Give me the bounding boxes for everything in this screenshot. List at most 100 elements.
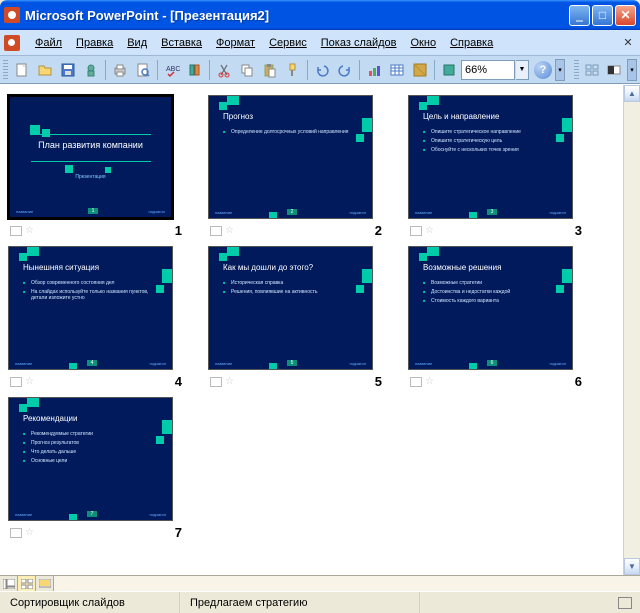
- slide-number: 3: [575, 223, 582, 238]
- viewbar-spacer: [54, 576, 640, 591]
- slide-title: Рекомендации: [23, 414, 162, 423]
- status-bar: Сортировщик слайдов Предлагаем стратегию: [0, 591, 640, 613]
- toolbar-overflow-right[interactable]: ▾: [627, 59, 637, 81]
- slide-number: 2: [375, 223, 382, 238]
- close-button[interactable]: ✕: [615, 5, 636, 26]
- transition-icon[interactable]: [10, 377, 22, 387]
- show-hide-grid-button[interactable]: [581, 59, 603, 81]
- slide-thumbnail[interactable]: Нынешняя ситуация Обзор современного сос…: [6, 244, 206, 389]
- animation-icon: ☆: [25, 527, 34, 538]
- slide-sorter-view[interactable]: План развития компании Презентация 1 наз…: [0, 84, 640, 575]
- redo-button[interactable]: [334, 59, 356, 81]
- show-formatting-button[interactable]: [438, 59, 460, 81]
- menu-view[interactable]: Вид: [120, 35, 154, 51]
- zoom-value: 66%: [465, 64, 487, 76]
- slide-thumbnail[interactable]: План развития компании Презентация 1 наз…: [6, 93, 206, 238]
- animation-icon: ☆: [425, 225, 434, 236]
- slide-title: Возможные решения: [423, 263, 562, 272]
- transition-icon[interactable]: [210, 377, 222, 387]
- menu-help[interactable]: Справка: [443, 35, 500, 51]
- insert-table-button[interactable]: [386, 59, 408, 81]
- minimize-button[interactable]: ‗: [569, 5, 590, 26]
- window-titlebar: Microsoft PowerPoint - [Презентация2] ‗ …: [0, 0, 640, 30]
- window-controls: ‗ □ ✕: [569, 5, 636, 26]
- slide-title: План развития компании: [31, 140, 151, 150]
- animation-icon: ☆: [225, 225, 234, 236]
- maximize-button[interactable]: □: [592, 5, 613, 26]
- animation-icon: ☆: [425, 376, 434, 387]
- menu-file[interactable]: Файл: [28, 35, 69, 51]
- vertical-scrollbar[interactable]: ▲ ▼: [623, 85, 640, 575]
- menu-bar: Файл Правка Вид Вставка Формат Сервис По…: [0, 30, 640, 56]
- scroll-up-button[interactable]: ▲: [624, 85, 640, 102]
- slide-body: Опишите стратегическое направлениеОпишит…: [423, 129, 562, 153]
- slide-body: Определение долгосрочных условий направл…: [223, 129, 362, 135]
- toolbar-grip[interactable]: [3, 60, 8, 80]
- toolbar-grip-right[interactable]: [574, 60, 579, 80]
- zoom-dropdown-button[interactable]: ▼: [516, 60, 529, 80]
- menu-format[interactable]: Формат: [209, 35, 262, 51]
- cut-button[interactable]: [213, 59, 235, 81]
- slide-number: 1: [175, 223, 182, 238]
- transition-icon[interactable]: [410, 377, 422, 387]
- window-title: Microsoft PowerPoint - [Презентация2]: [25, 8, 569, 23]
- slide-body: Рекомендуемые стратегииПрогноз результат…: [23, 431, 162, 464]
- standard-toolbar: ABC 66% ▼ ? ▾ ▾: [0, 56, 640, 84]
- slideshow-view-button[interactable]: [36, 576, 54, 591]
- normal-view-button[interactable]: [0, 576, 18, 591]
- transition-icon[interactable]: [410, 226, 422, 236]
- slide-title: Нынешняя ситуация: [23, 263, 162, 272]
- color-grayscale-button[interactable]: [603, 59, 625, 81]
- tables-borders-button[interactable]: [409, 59, 431, 81]
- menu-tools[interactable]: Сервис: [262, 35, 314, 51]
- slide-thumbnail[interactable]: Рекомендации Рекомендуемые стратегииПрог…: [6, 395, 206, 540]
- slide-number: 4: [175, 374, 182, 389]
- slide-body: Возможные стратегииДостоинства и недоста…: [423, 280, 562, 304]
- animation-icon: ☆: [225, 376, 234, 387]
- slide-subtitle: Презентация: [75, 174, 105, 180]
- menu-window[interactable]: Окно: [404, 35, 444, 51]
- paste-button[interactable]: [259, 59, 281, 81]
- menu-edit[interactable]: Правка: [69, 35, 120, 51]
- save-button[interactable]: [57, 59, 79, 81]
- slide-thumbnail[interactable]: Цель и направление Опишите стратегическо…: [406, 93, 606, 238]
- transition-icon[interactable]: [210, 226, 222, 236]
- slide-number: 5: [375, 374, 382, 389]
- view-buttons-bar: [0, 575, 640, 591]
- powerpoint-icon: [4, 7, 20, 23]
- animation-icon: ☆: [25, 225, 34, 236]
- help-button[interactable]: ?: [534, 61, 552, 79]
- permission-button[interactable]: [80, 59, 102, 81]
- slide-number: 6: [575, 374, 582, 389]
- new-button[interactable]: [11, 59, 33, 81]
- open-button[interactable]: [34, 59, 56, 81]
- transition-icon[interactable]: [10, 226, 22, 236]
- slide-sorter-view-button[interactable]: [18, 576, 36, 591]
- slide-body: Обзор современного состояния делНа слайд…: [23, 280, 162, 301]
- toolbar-overflow-button[interactable]: ▾: [555, 59, 565, 81]
- format-painter-button[interactable]: [282, 59, 304, 81]
- insert-chart-button[interactable]: [363, 59, 385, 81]
- slide-title: Как мы дошли до этого?: [223, 263, 362, 272]
- research-button[interactable]: [184, 59, 206, 81]
- app-menu-icon[interactable]: [4, 35, 20, 51]
- menu-insert[interactable]: Вставка: [154, 35, 209, 51]
- document-close-button[interactable]: ✕: [620, 35, 636, 51]
- scroll-down-button[interactable]: ▼: [624, 558, 640, 575]
- slide-body: Историческая справкаРешения, повлиявшие …: [223, 280, 362, 295]
- zoom-input[interactable]: 66%: [461, 60, 515, 80]
- slide-thumbnail[interactable]: Возможные решения Возможные стратегииДос…: [406, 244, 606, 389]
- undo-button[interactable]: [311, 59, 333, 81]
- slide-number: 7: [175, 525, 182, 540]
- transition-icon[interactable]: [10, 528, 22, 538]
- print-preview-button[interactable]: [132, 59, 154, 81]
- copy-button[interactable]: [236, 59, 258, 81]
- slide-title: Прогноз: [223, 112, 362, 121]
- slide-thumbnail[interactable]: Как мы дошли до этого? Историческая спра…: [206, 244, 406, 389]
- menu-slideshow[interactable]: Показ слайдов: [314, 35, 404, 51]
- print-button[interactable]: [109, 59, 131, 81]
- slide-thumbnail[interactable]: Прогноз Определение долгосрочных условий…: [206, 93, 406, 238]
- animation-icon: ☆: [25, 376, 34, 387]
- spellcheck-button[interactable]: ABC: [161, 59, 183, 81]
- slide-title: Цель и направление: [423, 112, 562, 121]
